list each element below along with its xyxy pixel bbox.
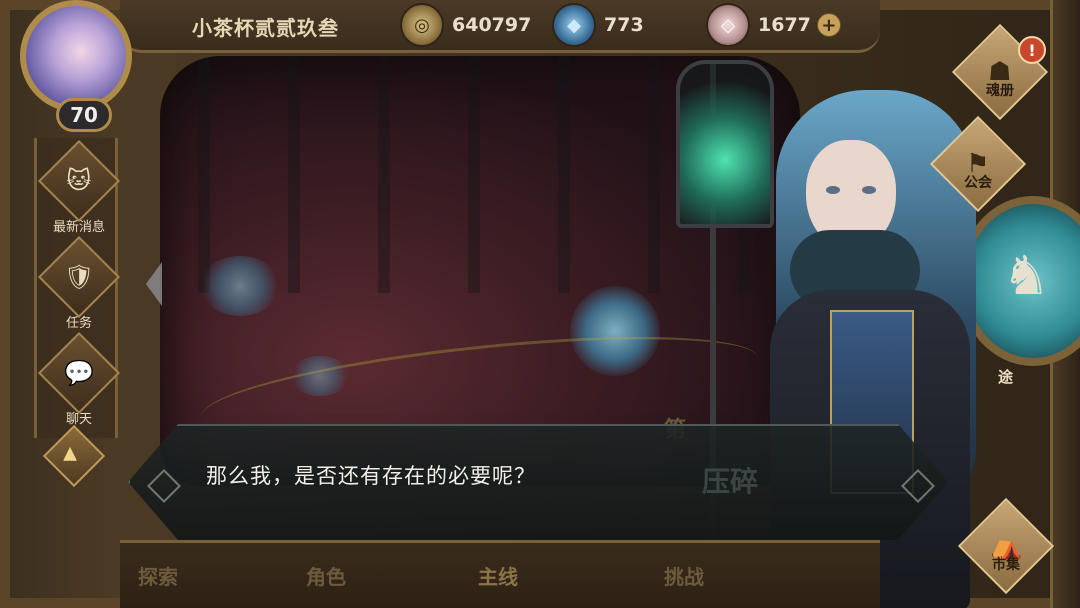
- gem-currency: ◇ 1677 +: [706, 3, 841, 47]
- dialog-ornament-icon: [147, 469, 181, 503]
- quest-button[interactable]: 🛡 任务: [37, 235, 121, 331]
- blue-slime-glow: [200, 256, 280, 316]
- market-button[interactable]: ⛺ 市集: [956, 497, 1056, 600]
- tab-challenge[interactable]: 挑战: [664, 561, 704, 590]
- pink-gem-icon: ◇: [706, 3, 750, 47]
- crystal-value: 773: [604, 14, 644, 36]
- faded-title-text: 压碎: [702, 465, 759, 498]
- soul-book-label: 魂册: [986, 83, 1014, 99]
- soul-book-button[interactable]: ☗ 魂册 !: [950, 23, 1050, 126]
- green-lantern: [676, 60, 774, 228]
- bottom-tab-bar: 探索 角色 主线 挑战: [120, 540, 880, 608]
- gem-value: 1677: [758, 14, 811, 36]
- tab-explore[interactable]: 探索: [138, 561, 178, 590]
- market-frame: ⛺: [957, 497, 1055, 595]
- gold-value: 640797: [452, 14, 532, 36]
- scene-left-arrow-icon[interactable]: [146, 262, 162, 306]
- blue-crystal-icon: ◆: [552, 3, 596, 47]
- chevron-up-icon: ▲: [63, 442, 77, 464]
- chat-button[interactable]: 💬 聊天: [37, 331, 121, 427]
- shield-icon: 🛡: [63, 263, 95, 291]
- avatar[interactable]: [20, 0, 132, 112]
- left-menu: 🐱 最新消息 🛡 任务 💬 聊天: [34, 138, 121, 438]
- dialog-ornament-icon: [901, 469, 935, 503]
- chat-button-frame: 💬: [37, 331, 121, 415]
- quest-button-frame: 🛡: [37, 235, 121, 319]
- player-level-badge: 70: [56, 98, 112, 132]
- guild-button[interactable]: ⚑ 公会: [928, 115, 1028, 218]
- guild-frame: ⚑: [929, 115, 1027, 213]
- character-eye: [862, 186, 876, 194]
- guild-label: 公会: [964, 175, 992, 191]
- dialog-box[interactable]: 那么我，是否还有存在的必要呢？ 压碎: [128, 424, 948, 540]
- chat-bubble-icon: 💬: [64, 358, 94, 387]
- gold-currency: ◎ 640797: [400, 3, 532, 47]
- news-button-frame: 🐱: [37, 139, 121, 223]
- game-screen: 小茶杯贰贰玖叁 ◎ 640797 ◆ 773 ◇ 1677 + 70 🐱 最新消…: [0, 0, 1080, 608]
- add-gem-button[interactable]: +: [816, 13, 841, 37]
- tab-character[interactable]: 角色: [306, 561, 346, 590]
- alert-badge: !: [1018, 36, 1046, 64]
- cat-icon: 🐱: [66, 167, 92, 195]
- character-eye: [826, 186, 840, 194]
- player-name: 小茶杯贰贰玖叁: [192, 16, 339, 40]
- avatar-frame[interactable]: 70: [8, 0, 148, 132]
- tab-main-story[interactable]: 主线: [478, 561, 518, 590]
- dialog-text: 那么我，是否还有存在的必要呢？: [206, 464, 536, 488]
- market-label: 市集: [992, 557, 1020, 573]
- gold-coin-icon: ◎: [400, 3, 444, 47]
- news-button[interactable]: 🐱 最新消息: [37, 139, 121, 235]
- crystal-currency: ◆ 773: [552, 3, 644, 47]
